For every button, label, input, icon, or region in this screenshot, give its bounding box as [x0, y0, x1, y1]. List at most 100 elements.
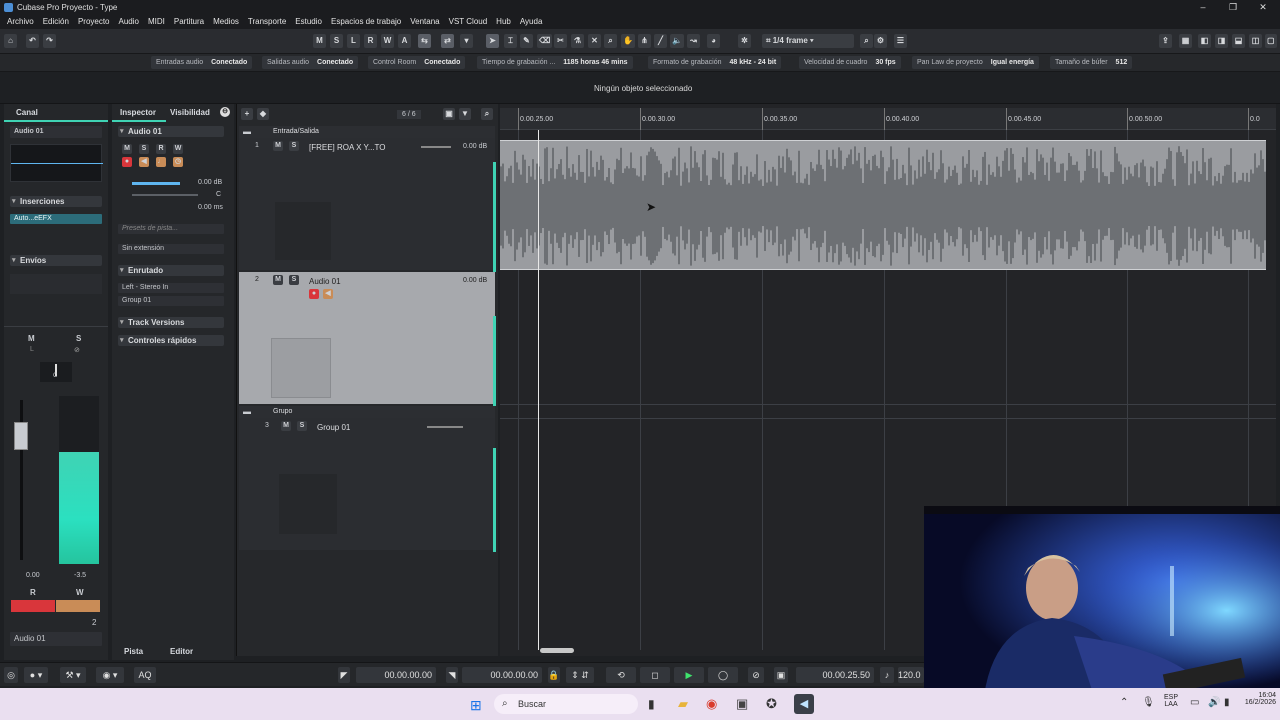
inspector-write-button[interactable]: W: [173, 144, 183, 154]
track-name[interactable]: [FREE] ROA X Y...TO: [309, 143, 385, 152]
channel-listen-button[interactable]: L: [30, 346, 34, 353]
chevron-down-icon[interactable]: ▾: [460, 34, 473, 48]
menu-transporte[interactable]: Transporte: [248, 17, 286, 26]
menu-ventana[interactable]: Ventana: [410, 17, 439, 26]
quantize-select[interactable]: ⌗ 1/4 frame ▾: [762, 34, 854, 48]
channel-record-button[interactable]: [11, 600, 55, 612]
track-preset-select[interactable]: Presets de pista...: [118, 224, 224, 234]
close-button[interactable]: ✕: [1248, 0, 1278, 14]
track-versions-section[interactable]: Track Versions: [118, 317, 224, 328]
extension-select[interactable]: Sin extensión: [118, 244, 224, 254]
inspector-record-icon[interactable]: ●: [122, 157, 132, 167]
track-mute-button[interactable]: M: [273, 275, 283, 285]
menu-estudio[interactable]: Estudio: [295, 17, 322, 26]
locate-icon[interactable]: ⇕ ⇵: [566, 667, 594, 683]
mixer-icon[interactable]: ▦: [1179, 34, 1192, 48]
volume-slider[interactable]: [132, 182, 180, 185]
cubase-taskbar-icon[interactable]: ◀: [794, 694, 814, 714]
channel-mute-button[interactable]: M: [28, 334, 35, 343]
erase-tool-icon[interactable]: ⌫: [537, 34, 553, 48]
menu-proyecto[interactable]: Proyecto: [78, 17, 110, 26]
menu-partitura[interactable]: Partitura: [174, 17, 204, 26]
read-mode-button[interactable]: R: [364, 34, 377, 48]
tempo-display[interactable]: 120.0: [898, 667, 924, 683]
tray-chevron-icon[interactable]: ⌃: [1120, 697, 1128, 708]
record-button[interactable]: ◯: [708, 667, 738, 683]
taskbar-search[interactable]: ⌕ Buscar: [494, 694, 638, 714]
split-tool-icon[interactable]: ✂: [554, 34, 567, 48]
pan-slider[interactable]: [132, 194, 198, 196]
layout-inspector-icon[interactable]: ◨: [1215, 34, 1228, 48]
layout-left-icon[interactable]: ◧: [1198, 34, 1211, 48]
listen-mode-button[interactable]: L: [347, 34, 360, 48]
channel-name-field[interactable]: Audio 01: [10, 126, 102, 138]
draw-tool-icon[interactable]: ✎: [520, 34, 533, 48]
visibility-icon[interactable]: ▣: [443, 108, 455, 120]
play-tool-icon[interactable]: 🔈: [670, 34, 684, 48]
snap-settings-icon[interactable]: ✲: [738, 34, 751, 48]
track-name[interactable]: Group 01: [317, 423, 350, 432]
menu-edicion[interactable]: Edición: [43, 17, 69, 26]
snap-icon[interactable]: ⇄: [441, 34, 454, 48]
menu-archivo[interactable]: Archivo: [7, 17, 34, 26]
stop-button[interactable]: ◻: [640, 667, 670, 683]
track-mute-button[interactable]: M: [281, 421, 291, 431]
left-locator-icon[interactable]: ◤: [338, 667, 350, 683]
quick-controls-section[interactable]: Controles rápidos: [118, 335, 224, 346]
status-audio-outputs[interactable]: Salidas audio Conectado: [262, 56, 359, 69]
delay-value[interactable]: 0.00 ms: [198, 204, 223, 211]
track-volume-slider[interactable]: [427, 426, 463, 428]
comp-tool-icon[interactable]: ↝: [687, 34, 700, 48]
position-display[interactable]: 00.00.25.50: [796, 667, 874, 683]
transport-settings-icon[interactable]: ◎: [4, 667, 18, 683]
write-mode-button[interactable]: W: [381, 34, 394, 48]
punch-icon[interactable]: ⚒ ▾: [60, 667, 86, 683]
track-solo-button[interactable]: S: [289, 275, 299, 285]
aq-button[interactable]: AQ: [134, 667, 156, 683]
windows-start-icon[interactable]: ⊞: [470, 697, 482, 714]
metronome-icon[interactable]: ◉ ▾: [96, 667, 124, 683]
routing-section[interactable]: Enrutado: [118, 265, 224, 276]
mute-mode-button[interactable]: M: [313, 34, 326, 48]
volume-fader-handle[interactable]: [14, 422, 28, 450]
automation-mode-button[interactable]: A: [398, 34, 411, 48]
layout-right-icon[interactable]: ◫: [1249, 34, 1262, 48]
status-buffer-size[interactable]: Tamaño de búfer 512: [1050, 56, 1133, 69]
autoscroll-icon[interactable]: ⇆: [418, 34, 431, 48]
maximize-button[interactable]: ❐: [1218, 0, 1248, 14]
tab-inspector[interactable]: Inspector: [120, 108, 156, 117]
track-volume-value[interactable]: 0.00 dB: [463, 277, 487, 284]
playhead-cursor[interactable]: [538, 130, 539, 650]
input-routing-select[interactable]: Left - Stereo In: [118, 283, 224, 293]
app-icon-2[interactable]: ✪: [766, 696, 777, 712]
pan-value[interactable]: C: [216, 191, 221, 198]
insert-slot-1[interactable]: Auto...eEFX: [10, 214, 102, 224]
track-volume-slider[interactable]: [421, 146, 451, 148]
menu-medios[interactable]: Medios: [213, 17, 239, 26]
chrome-icon[interactable]: ◉: [706, 696, 717, 712]
solo-mode-button[interactable]: S: [330, 34, 343, 48]
record-mode-icon[interactable]: ● ▾: [24, 667, 48, 683]
menu-midi[interactable]: MIDI: [148, 17, 165, 26]
menu-vstcloud[interactable]: VST Cloud: [449, 17, 488, 26]
status-control-room[interactable]: Control Room Conectado: [368, 56, 466, 69]
inspector-monitor-icon[interactable]: ◀: [139, 157, 149, 167]
menu-espacios[interactable]: Espacios de trabajo: [331, 17, 401, 26]
tab-visibilidad[interactable]: Visibilidad: [170, 108, 210, 117]
network-icon[interactable]: ▭: [1190, 697, 1199, 708]
right-locator-icon[interactable]: ◥: [446, 667, 458, 683]
inspector-lane-icon[interactable]: ♩: [156, 157, 166, 167]
meter-peak-value[interactable]: -3.5: [74, 572, 86, 579]
export-icon[interactable]: ⇪: [1159, 34, 1172, 48]
settings-icon[interactable]: ⚙: [874, 34, 887, 48]
track-solo-button[interactable]: S: [297, 421, 307, 431]
menu-hub[interactable]: Hub: [496, 17, 511, 26]
layout-bottom-icon[interactable]: ⬓: [1232, 34, 1245, 48]
horizontal-scrollbar[interactable]: [540, 648, 574, 653]
language-indicator[interactable]: ESP LAA: [1164, 694, 1178, 708]
status-record-time[interactable]: Tiempo de grabación ... 1185 horas 46 min…: [477, 56, 633, 69]
channel-pan-control[interactable]: C: [40, 362, 72, 382]
tracklist-search-icon[interactable]: ⌕: [481, 108, 493, 120]
home-icon[interactable]: ⌂: [4, 34, 17, 48]
track-mute-button[interactable]: M: [273, 141, 283, 151]
